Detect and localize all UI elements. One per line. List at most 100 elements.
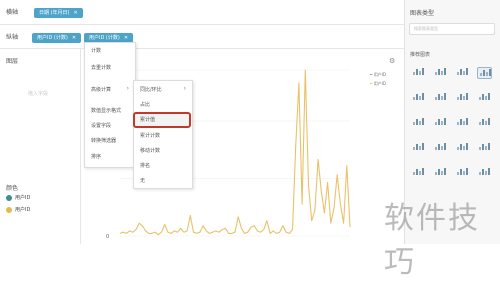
menu-item-advanced-calc[interactable]: 高级计算 [91, 86, 131, 93]
radar-chart-icon[interactable] [455, 167, 468, 177]
icon-glyph-bar [422, 143, 424, 150]
icon-glyph-bar [444, 93, 446, 100]
remove-icon[interactable]: ✕ [124, 35, 128, 41]
columns-pill[interactable]: 日期 (年月日) ✕ [34, 8, 83, 18]
horizontal-bar-icon[interactable] [411, 117, 424, 127]
icon-glyph-bar [460, 169, 462, 175]
submenu-item-none[interactable]: 无 [140, 177, 145, 184]
icon-glyph-bar [444, 168, 446, 175]
icon-glyph-bar [441, 121, 443, 125]
legend-swatch [6, 194, 12, 201]
gauge-chart-icon[interactable] [477, 142, 490, 152]
icon-glyph-bar [485, 121, 487, 125]
icon-glyph-bar [413, 72, 415, 75]
remove-icon[interactable]: ✕ [72, 35, 76, 41]
submenu-item-cumulative[interactable]: 累计值 [140, 116, 155, 123]
submenu-arrow-icon: › [183, 85, 186, 92]
menu-item-set-field[interactable]: 设置字段 [91, 122, 111, 129]
bar-chart-icon[interactable] [411, 92, 424, 102]
submenu-item-yoy[interactable]: 同比/环比 [140, 86, 162, 93]
map-chart-icon[interactable] [411, 167, 424, 177]
menu-item-sort[interactable]: 排序 [91, 153, 101, 160]
chart-type-panel-title: 图表类型 [410, 10, 435, 17]
icon-glyph-bar [485, 96, 487, 100]
icon-glyph-bar [419, 71, 421, 75]
chart-settings-icon[interactable]: ⚙ [389, 57, 395, 65]
icon-glyph-bar [416, 119, 418, 125]
legend-label: 用户ID [15, 207, 31, 213]
icon-glyph-bar [441, 96, 443, 100]
icon-glyph-bar [413, 172, 415, 175]
icon-glyph-bar [438, 119, 440, 125]
scatter-chart-icon[interactable] [411, 142, 424, 152]
icon-glyph-bar [488, 118, 490, 125]
icon-glyph-bar [435, 72, 437, 75]
table-detail-icon[interactable] [433, 67, 446, 77]
icon-glyph-bar [422, 118, 424, 125]
icon-glyph-bar [435, 172, 437, 175]
icon-glyph-bar [422, 93, 424, 100]
icon-glyph-bar [463, 96, 465, 100]
percent-bar-icon[interactable] [455, 117, 468, 127]
icon-glyph-bar [435, 147, 437, 150]
icon-glyph-bar [435, 97, 437, 100]
icon-glyph-bar [438, 69, 440, 75]
icon-glyph-bar [416, 69, 418, 75]
heatmap-chart-icon[interactable] [433, 167, 446, 177]
menu-item-count[interactable]: 计数 [91, 47, 101, 54]
icon-glyph-bar [482, 94, 484, 100]
submenu-item-rank[interactable]: 排名 [140, 162, 150, 169]
layer-drop-placeholder: 拖入字段 [28, 91, 49, 97]
icon-glyph-bar [460, 94, 462, 100]
legend-item-1: 用户ID [6, 194, 30, 201]
icon-glyph-bar [419, 96, 421, 100]
word-cloud-icon[interactable] [477, 167, 490, 177]
icon-glyph-bar [441, 171, 443, 175]
icon-glyph-bar [466, 68, 468, 75]
shelf-divider [0, 48, 404, 49]
remove-icon[interactable]: ✕ [74, 10, 78, 16]
submenu-item-moving-count[interactable]: 移动计数 [140, 147, 160, 154]
table-chart-icon[interactable] [411, 67, 424, 77]
icon-glyph-bar [413, 147, 415, 150]
rows-pill-1[interactable]: 用户ID (计数) ✕ [32, 33, 82, 43]
icon-glyph-bar [416, 94, 418, 100]
icon-glyph-bar [419, 121, 421, 125]
icon-glyph-bar [460, 69, 462, 75]
icon-glyph-bar [480, 73, 482, 76]
icon-glyph-bar [422, 68, 424, 75]
icon-glyph-bar [466, 168, 468, 175]
line-chart-icon[interactable] [477, 67, 492, 79]
icon-glyph-bar [435, 122, 437, 125]
color-section-title: 颜色 [6, 185, 19, 192]
bubble-chart-icon[interactable] [433, 142, 446, 152]
icon-glyph-bar [413, 97, 415, 100]
submenu-item-cumulative-count[interactable]: 累计计数 [140, 132, 160, 139]
menu-item-distinct-count[interactable]: 去重计数 [91, 64, 111, 71]
combo-chart-icon[interactable] [477, 117, 490, 127]
shelf-divider [0, 24, 404, 25]
pie-chart-icon[interactable] [455, 67, 468, 77]
menu-item-convert-filter[interactable]: 转换筛选器 [91, 137, 116, 144]
stacked-bar-icon[interactable] [433, 92, 446, 102]
chart-search-input[interactable]: 搜索图表类型 [409, 23, 495, 35]
funnel-chart-icon[interactable] [455, 142, 468, 152]
columns-shelf-label: 横轴 [6, 9, 19, 16]
submenu-item-percent[interactable]: 占比 [140, 101, 150, 108]
stacked-column-icon[interactable] [455, 92, 468, 102]
area-chart-icon[interactable] [477, 92, 490, 102]
legend-label: 用户ID [15, 195, 31, 201]
icon-glyph-bar [416, 144, 418, 150]
icon-glyph-bar [457, 72, 459, 75]
chart-y-ticks: 600 [106, 157, 112, 240]
icon-glyph-bar [444, 143, 446, 150]
menu-item-number-format[interactable]: 数值显示格式 [91, 107, 121, 114]
submenu-arrow-icon: › [126, 85, 129, 92]
icon-glyph-bar [457, 147, 459, 150]
icon-glyph-bar [482, 119, 484, 125]
chart-legend-item-1: ━ 用户ID [370, 72, 386, 77]
icon-glyph-bar [441, 71, 443, 75]
horizontal-stacked-icon[interactable] [433, 117, 446, 127]
icon-glyph-bar [438, 144, 440, 150]
icon-glyph-bar [488, 143, 490, 150]
